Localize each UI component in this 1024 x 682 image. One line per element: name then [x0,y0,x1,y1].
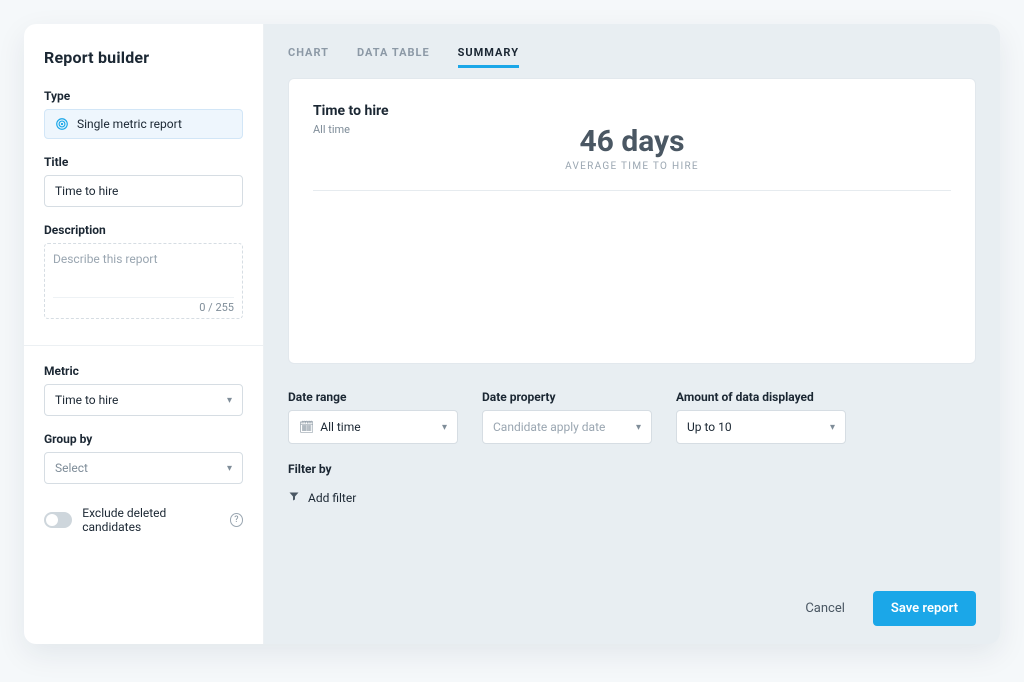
report-builder-window: Report builder Type Single metric report… [24,24,1000,644]
type-select[interactable]: Single metric report [44,109,243,139]
card-title: Time to hire [313,103,951,119]
groupby-select[interactable]: Select ▾ [44,452,243,484]
filter-icon [288,490,300,505]
chevron-down-icon: ▾ [636,422,641,433]
title-input[interactable] [44,175,243,207]
amount-select[interactable]: Up to 10 ▾ [676,410,846,444]
metric-value: 46 days [313,124,951,159]
date-property-value: Candidate apply date [493,420,605,434]
title-field: Title [44,155,243,207]
tab-chart[interactable]: CHART [288,46,329,68]
exclude-deleted-row: Exclude deleted candidates ? [44,506,243,534]
card-divider [313,190,951,191]
sidebar-divider [24,345,263,346]
add-filter-label: Add filter [308,491,356,505]
save-report-button[interactable]: Save report [873,591,976,626]
date-property-select[interactable]: Candidate apply date ▾ [482,410,652,444]
description-field: Description 0 / 255 [44,223,243,319]
type-value: Single metric report [77,117,182,131]
type-field: Type Single metric report [44,89,243,139]
date-property-label: Date property [482,390,652,404]
calendar-icon: 🗓 [299,420,314,434]
metric-select[interactable]: Time to hire ▾ [44,384,243,416]
metric-label: AVERAGE TIME TO HIRE [313,161,951,172]
date-range-value: All time [320,420,360,434]
chevron-down-icon: ▾ [442,422,447,433]
date-range-label: Date range [288,390,458,404]
tabs: CHART DATA TABLE SUMMARY [288,24,976,78]
main-panel: CHART DATA TABLE SUMMARY Time to hire Al… [264,24,1000,644]
tab-data-table[interactable]: DATA TABLE [357,46,430,68]
description-label: Description [44,223,243,237]
groupby-field: Group by Select ▾ [44,432,243,484]
cancel-button[interactable]: Cancel [795,593,855,624]
groupby-placeholder: Select [55,461,88,475]
date-range-select[interactable]: 🗓 All time ▾ [288,410,458,444]
description-input[interactable] [53,252,234,295]
filter-by-field: Filter by Add filter [288,462,976,511]
tab-summary[interactable]: SUMMARY [458,46,519,68]
chevron-down-icon: ▾ [227,463,232,474]
controls-row: Date range 🗓 All time ▾ Date property Can… [288,390,976,444]
target-icon [55,117,69,131]
type-label: Type [44,89,243,103]
title-label: Title [44,155,243,169]
help-icon[interactable]: ? [230,513,243,527]
chevron-down-icon: ▾ [830,422,835,433]
chevron-down-icon: ▾ [227,395,232,406]
footer-actions: Cancel Save report [795,591,976,626]
groupby-label: Group by [44,432,243,446]
date-property-field: Date property Candidate apply date ▾ [482,390,652,444]
filter-by-label: Filter by [288,462,976,476]
summary-card: Time to hire All time 46 days AVERAGE TI… [288,78,976,364]
description-box: 0 / 255 [44,243,243,319]
sidebar: Report builder Type Single metric report… [24,24,264,644]
description-counter: 0 / 255 [53,297,234,314]
metric-block: 46 days AVERAGE TIME TO HIRE [313,124,951,172]
sidebar-title: Report builder [44,48,243,67]
amount-label: Amount of data displayed [676,390,846,404]
metric-label: Metric [44,364,243,378]
amount-value: Up to 10 [687,420,732,434]
amount-field: Amount of data displayed Up to 10 ▾ [676,390,846,444]
exclude-deleted-label: Exclude deleted candidates [82,506,219,534]
exclude-deleted-toggle[interactable] [44,512,72,528]
metric-field: Metric Time to hire ▾ [44,364,243,416]
date-range-field: Date range 🗓 All time ▾ [288,390,458,444]
metric-value: Time to hire [55,393,118,407]
add-filter-button[interactable]: Add filter [288,484,976,511]
